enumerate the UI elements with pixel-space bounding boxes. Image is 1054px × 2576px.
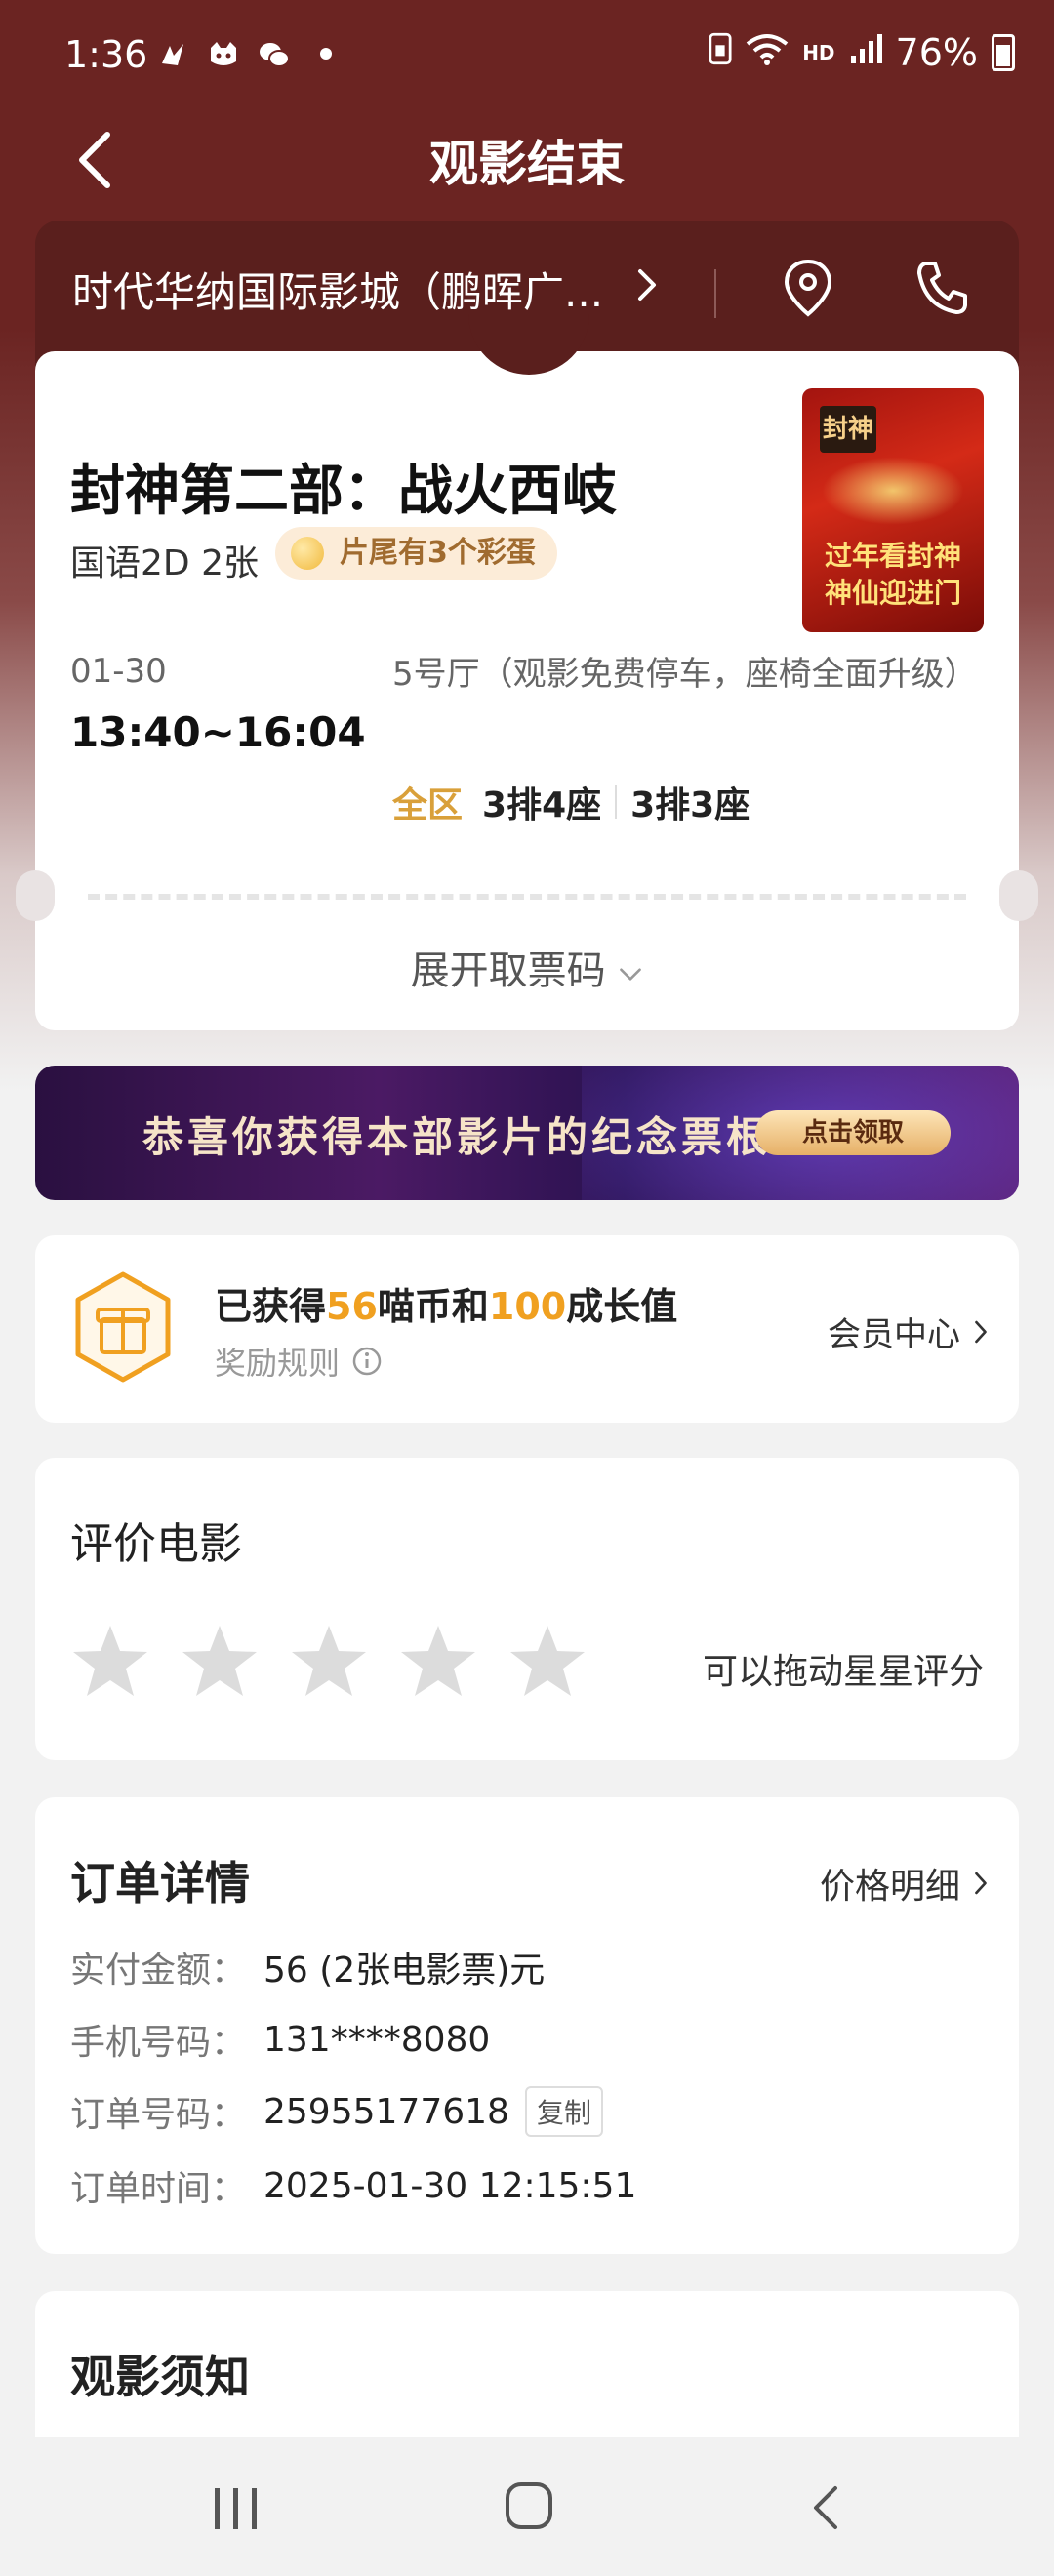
chevron-down-icon	[620, 968, 642, 981]
star-rating[interactable]	[70, 1622, 588, 1702]
notice-title: 观影须知	[70, 2351, 250, 2403]
price-detail-link[interactable]: 价格明细	[820, 1858, 990, 1909]
order-row-value: 25955177618	[264, 2091, 509, 2132]
copy-button[interactable]: 复制	[524, 2086, 603, 2137]
back-icon[interactable]	[806, 2482, 845, 2533]
order-row-amount: 实付金额： 56 (2张电影票)元	[70, 1942, 545, 1992]
hall-info: 5号厅（观影免费停车，座椅全面升级）	[392, 655, 978, 694]
reward-growth-unit: 成长值	[566, 1285, 678, 1328]
viewing-notice-card: 观影须知	[35, 2291, 1019, 2437]
poster-art	[822, 457, 964, 525]
cinema-name-link[interactable]: 时代华纳国际影城（鹏晖广...	[72, 260, 603, 319]
hd-icon: HD	[802, 41, 835, 64]
reward-growth: 100	[488, 1285, 567, 1328]
souvenir-ticket-banner[interactable]: 恭喜你获得本部影片的纪念票根 点击领取	[35, 1066, 1019, 1200]
page-title: 观影结束	[429, 136, 625, 192]
battery-icon	[992, 34, 1015, 71]
star-icon[interactable]	[70, 1622, 150, 1702]
gift-icon	[75, 1271, 171, 1383]
chevron-right-icon	[975, 1320, 987, 1343]
reward-summary: 已获得56喵币和100成长值	[215, 1276, 677, 1330]
seat-divider	[615, 785, 618, 819]
home-icon[interactable]	[504, 2480, 554, 2531]
reward-coins: 56	[326, 1285, 378, 1328]
member-center-link[interactable]: 会员中心	[828, 1308, 990, 1355]
reward-prefix: 已获得	[215, 1285, 327, 1328]
member-center-label: 会员中心	[828, 1315, 960, 1354]
show-date: 01-30	[70, 652, 167, 691]
order-row-label: 实付金额：	[70, 1951, 247, 1991]
star-icon[interactable]	[180, 1622, 260, 1702]
chevron-right-icon[interactable]	[632, 265, 662, 304]
recents-icon[interactable]	[209, 2486, 264, 2531]
banner-text: 恭喜你获得本部影片的纪念票根	[142, 1113, 772, 1161]
order-row-label: 手机号码：	[70, 2023, 247, 2063]
reward-coins-unit: 喵币和	[377, 1285, 489, 1328]
divider	[714, 269, 716, 318]
battery-percent: 76%	[895, 31, 978, 74]
status-time: 1:36	[64, 33, 148, 76]
expand-ticket-code-button[interactable]: 展开取票码	[35, 939, 1019, 995]
rate-movie-card: 评价电影 可以拖动星星评分	[35, 1458, 1019, 1760]
reward-card: 已获得56喵币和100成长值 奖励规则 会员中心	[35, 1235, 1019, 1423]
cat-app-icon	[207, 37, 240, 70]
info-icon	[352, 1347, 382, 1376]
ticket-perforation	[88, 894, 966, 900]
order-row-value: 2025-01-30 12:15:51	[264, 2165, 637, 2206]
star-icon[interactable]	[507, 1622, 588, 1702]
notification-app-icon	[156, 37, 189, 70]
order-row-number: 订单号码： 25955177618 复制	[70, 2086, 603, 2137]
more-notifications-dot	[320, 48, 332, 60]
ticket-notch	[468, 312, 589, 375]
wechat-icon	[258, 37, 291, 70]
movie-poster[interactable]: 封神 过年看封神 神仙迎进门	[802, 388, 984, 632]
order-row-label: 订单号码：	[70, 2095, 247, 2135]
rate-title: 评价电影	[70, 1519, 242, 1569]
order-details-card: 订单详情 价格明细 实付金额： 56 (2张电影票)元 手机号码： 131***…	[35, 1797, 1019, 2254]
wifi-icon	[746, 31, 789, 74]
status-bar: 1:36 HD 76%	[0, 0, 1054, 117]
reward-rule-label: 奖励规则	[215, 1345, 341, 1382]
seat-item: 3排3座	[630, 785, 750, 825]
seat-item: 3排4座	[482, 785, 602, 825]
show-time: 13:40~16:04	[70, 708, 366, 756]
order-row-value: 131****8080	[264, 2019, 491, 2060]
ticket-card: 封神第二部：战火西岐 国语2D 2张 片尾有3个彩蛋 封神 过年看封神 神仙迎进…	[16, 312, 1038, 1030]
seat-zone: 全区	[392, 785, 464, 825]
star-icon[interactable]	[289, 1622, 369, 1702]
easter-egg-badge: 片尾有3个彩蛋	[275, 527, 557, 580]
poster-slogan-line1: 过年看封神	[824, 540, 961, 572]
ticket-side-notch	[999, 870, 1038, 921]
system-navigation-bar	[0, 2437, 1054, 2576]
movie-title: 封神第二部：战火西岐	[70, 460, 617, 523]
order-row-value: 56 (2张电影票)元	[264, 1951, 546, 1991]
movie-format-count: 国语2D 2张	[70, 543, 259, 584]
rate-hint: 可以拖动星星评分	[702, 1652, 984, 1692]
order-row-time: 订单时间： 2025-01-30 12:15:51	[70, 2160, 636, 2211]
top-navigation: 观影结束	[0, 117, 1054, 205]
order-row-label: 订单时间：	[70, 2169, 247, 2209]
order-title: 订单详情	[70, 1857, 250, 1910]
reward-rule-link[interactable]: 奖励规则	[215, 1339, 383, 1384]
egg-icon	[291, 537, 324, 570]
star-icon[interactable]	[398, 1622, 478, 1702]
expand-ticket-code-label: 展开取票码	[410, 948, 606, 993]
signal-icon	[849, 31, 882, 74]
chevron-right-icon	[975, 1872, 987, 1895]
order-row-phone: 手机号码： 131****8080	[70, 2014, 490, 2065]
price-detail-label: 价格明细	[819, 1867, 960, 1907]
sim-icon	[709, 31, 732, 74]
poster-logo: 封神	[820, 406, 876, 453]
ticket-side-notch	[16, 870, 55, 921]
seat-info: 全区 3排4座 3排3座	[392, 777, 750, 827]
easter-egg-label: 片尾有3个彩蛋	[340, 536, 536, 570]
system-status-icons: HD 76%	[709, 31, 1015, 74]
notification-icons	[156, 37, 332, 70]
poster-slogan-line2: 神仙迎进门	[824, 577, 961, 609]
claim-button[interactable]: 点击领取	[755, 1110, 951, 1155]
location-pin-icon[interactable]	[779, 256, 837, 320]
phone-icon[interactable]	[912, 256, 970, 320]
